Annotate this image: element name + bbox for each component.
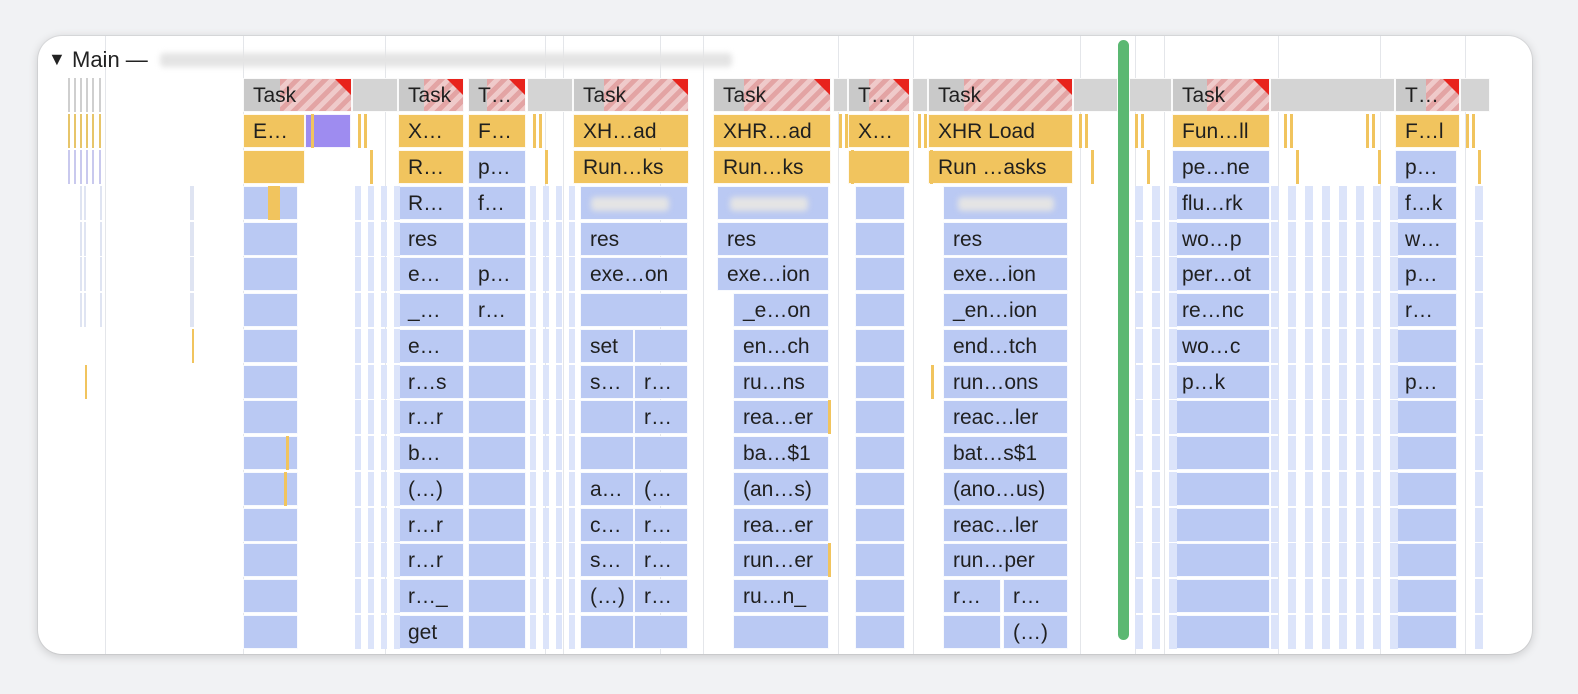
performance-panel: ▼ Main — Task E… Task X… R… R… res e… _… e… r…s r…r… (38, 36, 1532, 654)
time-cursor-marker[interactable] (1118, 40, 1129, 640)
flame-overlays (38, 36, 1532, 654)
